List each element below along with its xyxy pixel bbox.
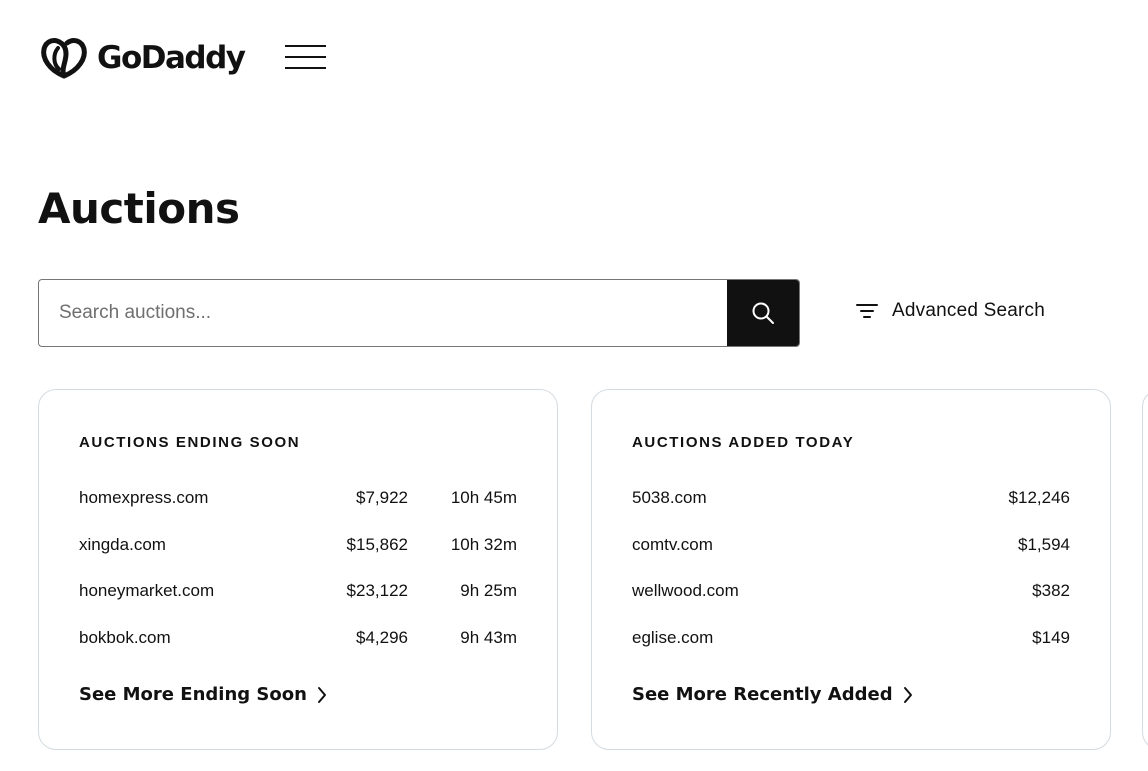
hamburger-menu-button[interactable] bbox=[285, 45, 327, 71]
time-left: 10h 32m bbox=[450, 534, 517, 554]
domain-name: honeymarket.com bbox=[79, 581, 215, 600]
advanced-search-label: Advanced Search bbox=[892, 300, 1045, 321]
price: $4,296 bbox=[356, 627, 408, 647]
see-more-recently-added-label: See More Recently Added bbox=[632, 684, 893, 705]
ending-soon-row[interactable]: bokbok.com $4,296 9h 43m bbox=[79, 626, 517, 673]
domain-name: wellwood.com bbox=[632, 581, 739, 600]
ending-soon-list: homexpress.com $7,922 10h 45m xingda.com… bbox=[79, 486, 517, 672]
added-today-row[interactable]: 5038.com $12,246 bbox=[632, 486, 1070, 533]
see-more-recently-added-link[interactable]: See More Recently Added bbox=[632, 684, 913, 705]
price: $23,122 bbox=[346, 581, 408, 600]
added-today-row[interactable]: comtv.com $1,594 bbox=[632, 533, 1070, 580]
price: $382 bbox=[1032, 581, 1070, 600]
price: $12,246 bbox=[1008, 488, 1070, 507]
added-today-row[interactable]: wellwood.com $382 bbox=[632, 579, 1070, 626]
see-more-ending-soon-label: See More Ending Soon bbox=[79, 684, 307, 705]
price: $1,594 bbox=[1018, 534, 1070, 554]
godaddy-logo[interactable]: GoDaddy bbox=[39, 36, 246, 80]
menu-bar-middle bbox=[285, 56, 326, 58]
added-today-card: AUCTIONS ADDED TODAY 5038.com $12,246 co… bbox=[591, 389, 1111, 750]
domain-name: eglise.com bbox=[632, 627, 714, 647]
time-left: 9h 25m bbox=[460, 581, 517, 600]
brand-name: GoDaddy bbox=[97, 40, 246, 76]
price: $149 bbox=[1032, 627, 1070, 647]
domain-name: bokbok.com bbox=[79, 627, 171, 647]
price: $7,922 bbox=[356, 488, 408, 507]
domain-name: comtv.com bbox=[632, 534, 713, 554]
price: $15,862 bbox=[346, 534, 408, 554]
page: GoDaddy Auctions Advanced Search AUCTION… bbox=[0, 0, 1148, 771]
page-title: Auctions bbox=[38, 184, 240, 233]
filter-icon bbox=[856, 304, 878, 318]
time-left: 9h 43m bbox=[460, 627, 517, 647]
search-box bbox=[38, 279, 800, 347]
ending-soon-card: AUCTIONS ENDING SOON homexpress.com $7,9… bbox=[38, 389, 558, 750]
domain-name: 5038.com bbox=[632, 488, 707, 507]
menu-bar-bottom bbox=[285, 67, 326, 69]
added-today-row[interactable]: eglise.com $149 bbox=[632, 626, 1070, 673]
time-left: 10h 45m bbox=[450, 488, 517, 507]
godaddy-heart-logo-icon bbox=[41, 38, 87, 79]
added-today-list: 5038.com $12,246 comtv.com $1,594 wellwo… bbox=[632, 486, 1070, 672]
search-icon bbox=[752, 302, 774, 324]
next-card-peek bbox=[1142, 389, 1148, 750]
added-today-heading: AUCTIONS ADDED TODAY bbox=[632, 434, 855, 451]
menu-bar-top bbox=[285, 45, 326, 47]
domain-name: homexpress.com bbox=[79, 488, 209, 507]
domain-name: xingda.com bbox=[79, 534, 166, 554]
search-button[interactable] bbox=[727, 280, 799, 346]
ending-soon-heading: AUCTIONS ENDING SOON bbox=[79, 434, 301, 451]
chevron-right-icon bbox=[317, 686, 326, 703]
ending-soon-row[interactable]: honeymarket.com $23,122 9h 25m bbox=[79, 579, 517, 626]
search-input[interactable] bbox=[39, 280, 727, 346]
see-more-ending-soon-link[interactable]: See More Ending Soon bbox=[79, 684, 327, 705]
ending-soon-row[interactable]: xingda.com $15,862 10h 32m bbox=[79, 533, 517, 580]
chevron-right-icon bbox=[903, 686, 912, 703]
advanced-search-link[interactable]: Advanced Search bbox=[856, 300, 1045, 322]
ending-soon-row[interactable]: homexpress.com $7,922 10h 45m bbox=[79, 486, 517, 533]
